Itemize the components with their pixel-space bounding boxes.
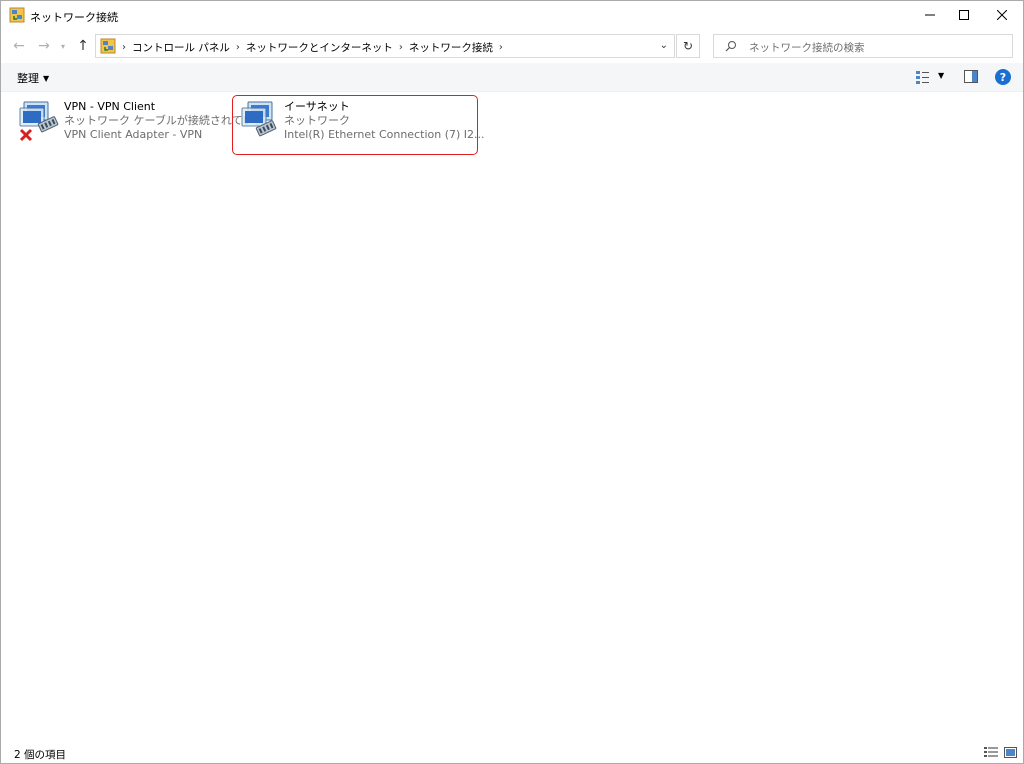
up-arrow-icon: ↑ <box>77 38 89 54</box>
large-icons-view-icon[interactable] <box>1004 747 1017 758</box>
disconnected-x-icon <box>19 128 33 142</box>
file-list: VPN - VPN Client ネットワーク ケーブルが接続されていま... … <box>1 92 1023 742</box>
search-input[interactable]: ネットワーク接続の検索 <box>713 34 1013 58</box>
forward-arrow-icon: → <box>38 38 50 54</box>
address-dropdown-icon[interactable]: ⌄ <box>660 40 668 51</box>
chevron-down-icon: ▾ <box>60 41 65 51</box>
explorer-window: ネットワーク接続 ← → ▾ ↑ › コントロール パネル › ネットワークとイ… <box>0 0 1024 764</box>
status-bar: 2 個の項目 <box>1 742 1023 763</box>
address-bar[interactable]: › コントロール パネル › ネットワークとインターネット › ネットワーク接続… <box>95 34 675 58</box>
breadcrumb-network-internet[interactable]: ネットワークとインターネット <box>246 40 393 55</box>
help-icon: ? <box>999 70 1007 84</box>
details-view-icon[interactable] <box>984 747 998 758</box>
breadcrumb-separator[interactable]: › <box>399 42 403 53</box>
chevron-down-icon: ▼ <box>43 73 50 83</box>
view-options-icon[interactable] <box>915 69 931 85</box>
close-button[interactable] <box>981 1 1023 29</box>
organize-label: 整理 <box>17 72 39 85</box>
command-bar: 整理 ▼ ▼ ? <box>1 63 1023 92</box>
navigation-bar: ← → ▾ ↑ › コントロール パネル › ネットワークとインターネット › <box>1 31 1023 61</box>
help-button[interactable]: ? <box>995 69 1011 85</box>
item-adapter: Intel(R) Ethernet Connection (7) I2... <box>284 128 485 141</box>
close-icon <box>997 10 1007 20</box>
item-count: 2 個の項目 <box>14 749 67 761</box>
back-button[interactable]: ← <box>10 37 28 55</box>
up-button[interactable]: ↑ <box>74 37 92 55</box>
breadcrumb-network-connections[interactable]: ネットワーク接続 <box>409 40 493 55</box>
breadcrumb-separator[interactable]: › <box>499 42 503 53</box>
recent-locations-button[interactable]: ▾ <box>57 37 69 55</box>
maximize-icon <box>959 10 969 20</box>
back-arrow-icon: ← <box>13 38 25 54</box>
control-panel-icon <box>100 38 116 54</box>
list-item-ethernet[interactable]: イーサネット ネットワーク Intel(R) Ethernet Connecti… <box>234 96 485 156</box>
network-adapter-icon <box>241 101 277 137</box>
breadcrumb-separator[interactable]: › <box>122 42 126 53</box>
item-details: イーサネット ネットワーク Intel(R) Ethernet Connecti… <box>284 100 485 142</box>
search-placeholder: ネットワーク接続の検索 <box>749 42 865 54</box>
minimize-icon <box>925 14 935 16</box>
item-name: イーサネット <box>284 100 350 113</box>
network-connections-icon <box>9 7 25 23</box>
network-adapter-disconnected-icon <box>19 101 59 142</box>
preview-pane-icon[interactable] <box>964 70 978 83</box>
breadcrumb-separator[interactable]: › <box>236 42 240 53</box>
organize-button[interactable]: 整理 ▼ <box>17 70 49 86</box>
title-bar: ネットワーク接続 <box>1 1 1023 29</box>
item-status: ネットワーク <box>284 114 350 127</box>
breadcrumb: › コントロール パネル › ネットワークとインターネット › ネットワーク接続… <box>118 40 509 55</box>
list-item-vpn[interactable]: VPN - VPN Client ネットワーク ケーブルが接続されていま... … <box>14 96 275 156</box>
breadcrumb-control-panel[interactable]: コントロール パネル <box>132 40 230 55</box>
view-dropdown-icon[interactable]: ▼ <box>938 71 944 80</box>
window-title: ネットワーク接続 <box>30 11 118 24</box>
refresh-button[interactable]: ↻ <box>676 34 700 58</box>
forward-button[interactable]: → <box>35 37 53 55</box>
maximize-button[interactable] <box>943 1 985 29</box>
refresh-icon: ↻ <box>682 39 694 53</box>
search-icon <box>725 41 736 52</box>
